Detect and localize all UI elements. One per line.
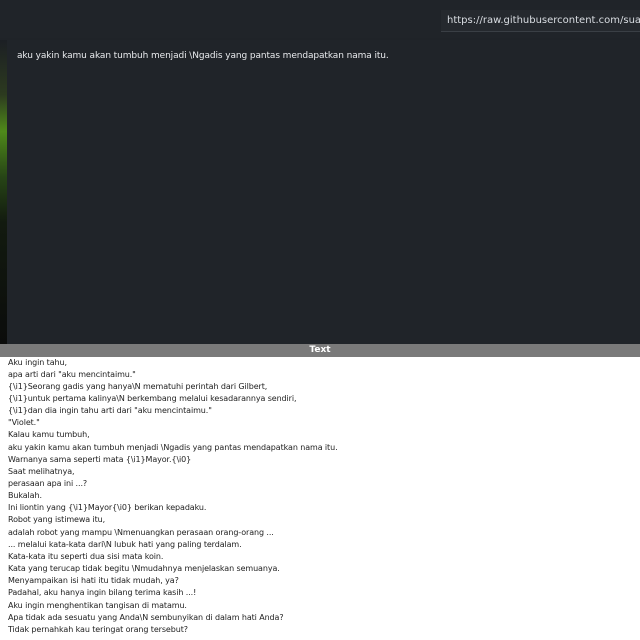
- text-panel[interactable]: Aku ingin tahu, apa arti dari "aku mencin…: [0, 357, 640, 640]
- subtitle-line[interactable]: Padahal, aku hanya ingin bilang terima k…: [8, 588, 196, 597]
- subtitle-line[interactable]: {\i1}Seorang gadis yang hanya\N mematuhi…: [8, 382, 267, 391]
- subtitle-line[interactable]: Tidak pernahkah kau teringat orang terse…: [8, 625, 188, 634]
- subtitle-line[interactable]: aku yakin kamu akan tumbuh menjadi \Ngad…: [8, 443, 338, 452]
- browser-toolbar: https://raw.githubusercontent.com/suakaa…: [0, 0, 640, 38]
- subtitle-line[interactable]: {\i1}dan dia ingin tahu arti dari "aku m…: [8, 406, 212, 415]
- subtitle-line[interactable]: adalah robot yang mampu \Nmenuangkan per…: [8, 528, 274, 537]
- subtitle-line[interactable]: Warnanya sama seperti mata {\i1}Mayor.{\…: [8, 455, 191, 464]
- text-panel-header: Text: [0, 344, 640, 357]
- subtitle-line[interactable]: Aku ingin menghentikan tangisan di matam…: [8, 601, 187, 610]
- subtitle-line[interactable]: Aku ingin tahu,: [8, 358, 67, 367]
- video-thumbnail-strip: [0, 40, 7, 344]
- subtitle-line[interactable]: perasaan apa ini ...?: [8, 479, 87, 488]
- subtitle-line[interactable]: ... melalui kata-kata dari\N lubuk hati …: [8, 540, 242, 549]
- subtitle-preview-pane: aku yakin kamu akan tumbuh menjadi \Ngad…: [7, 40, 640, 344]
- subtitle-line[interactable]: Bukalah.: [8, 491, 42, 500]
- subtitle-line[interactable]: Saat melihatnya,: [8, 467, 75, 476]
- subtitle-line[interactable]: Kata yang terucap tidak begitu \Nmudahny…: [8, 564, 280, 573]
- subtitle-line[interactable]: "Violet.": [8, 418, 40, 427]
- subtitle-line[interactable]: Apa tidak ada sesuatu yang Anda\N sembun…: [8, 613, 284, 622]
- subtitle-line[interactable]: Menyampaikan isi hati itu tidak mudah, y…: [8, 576, 179, 585]
- subtitle-line[interactable]: Kalau kamu tumbuh,: [8, 430, 90, 439]
- subtitle-line[interactable]: Robot yang istimewa itu,: [8, 515, 105, 524]
- preview-subtitle-text: aku yakin kamu akan tumbuh menjadi \Ngad…: [17, 51, 389, 61]
- url-field[interactable]: https://raw.githubusercontent.com/suakaa…: [441, 10, 640, 32]
- subtitle-line[interactable]: apa arti dari "aku mencintaimu.": [8, 370, 136, 379]
- subtitle-line[interactable]: {\i1}untuk pertama kalinya\N berkembang …: [8, 394, 297, 403]
- subtitle-line[interactable]: Kata-kata itu seperti dua sisi mata koin…: [8, 552, 163, 561]
- subtitle-line[interactable]: Ini liontin yang {\i1}Mayor{\i0} berikan…: [8, 503, 206, 512]
